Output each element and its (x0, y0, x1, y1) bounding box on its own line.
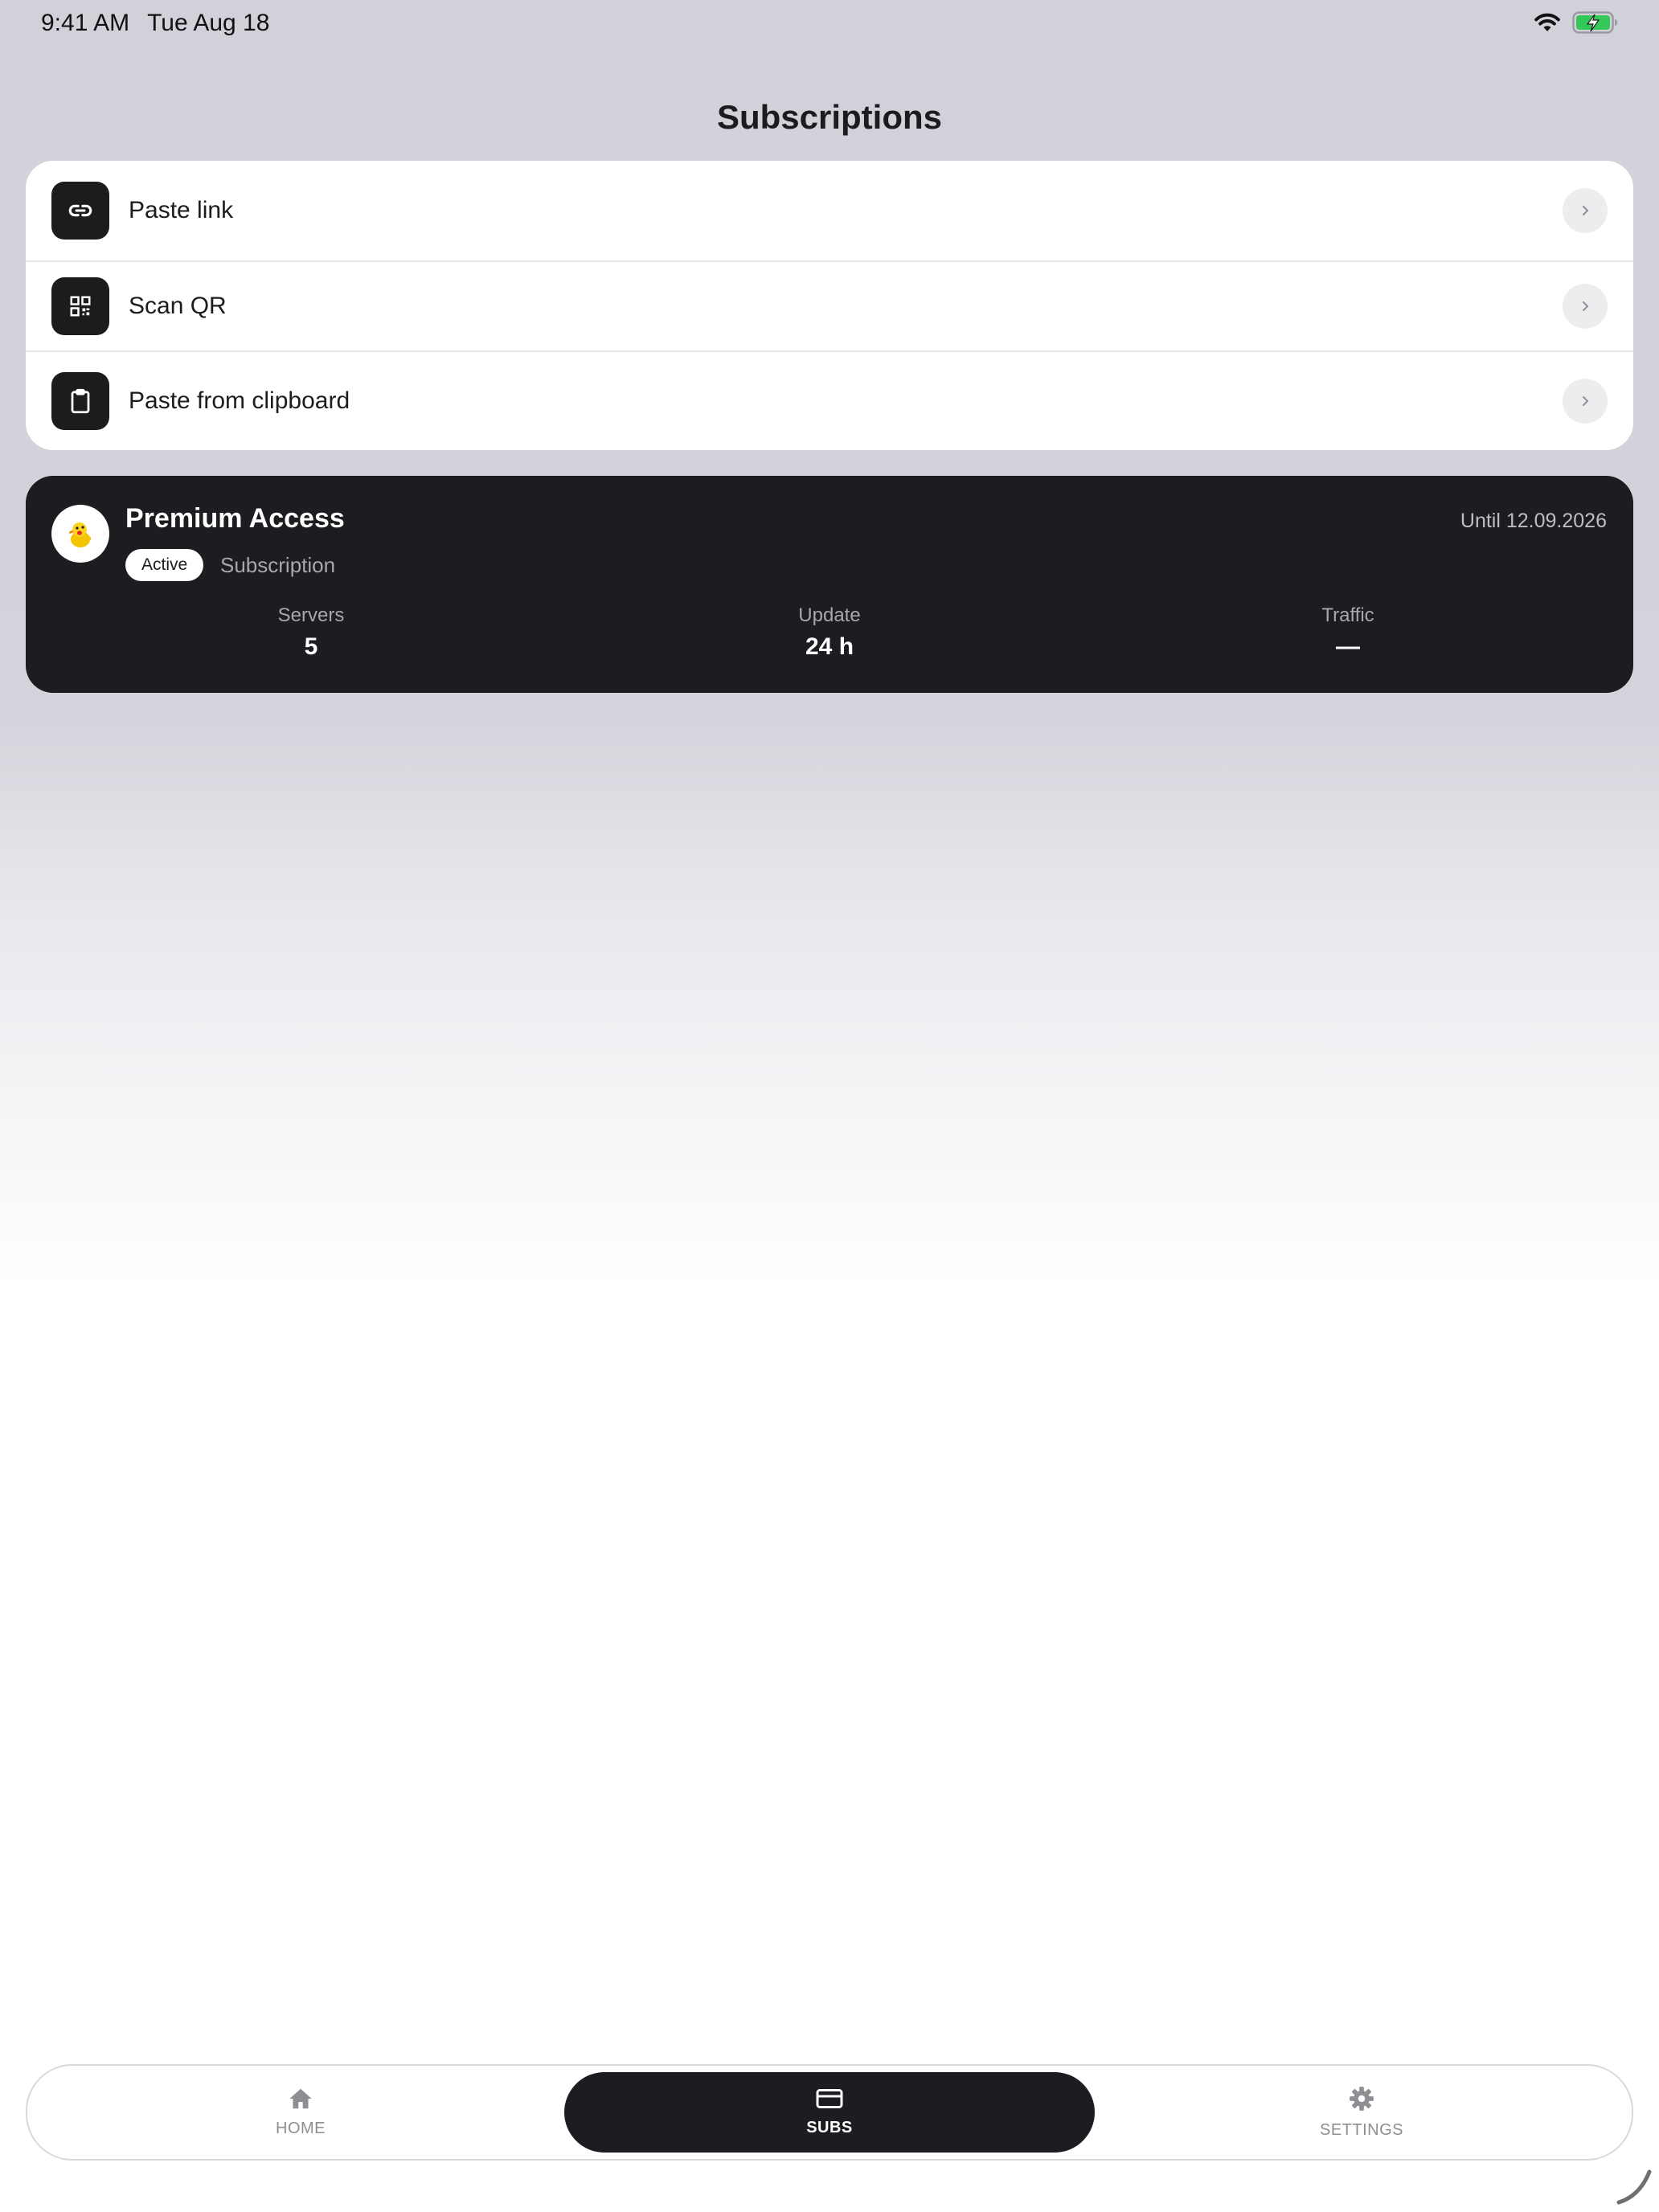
duck-emoji-icon (51, 505, 109, 563)
status-icons (1534, 11, 1619, 38)
status-bar: 9:41 AM Tue Aug 18 (0, 0, 1659, 51)
stat-value: 5 (304, 633, 318, 660)
paste-link-row[interactable]: Paste link (26, 161, 1633, 262)
window-resize-handle[interactable] (1614, 2167, 1653, 2206)
stat-traffic: Traffic — (1187, 604, 1509, 661)
home-icon (287, 2087, 314, 2115)
tab-label: SETTINGS (1319, 2121, 1403, 2139)
tab-settings[interactable]: SETTINGS (1201, 2066, 1522, 2159)
gear-icon (1348, 2085, 1375, 2116)
status-time: 9:41 AM Tue Aug 18 (41, 10, 269, 37)
clipboard-icon (51, 372, 109, 430)
stat-servers: Servers 5 (150, 604, 472, 661)
stat-label: Servers (277, 604, 345, 626)
chevron-right-icon (1563, 284, 1608, 329)
stat-update: Update 24 h (669, 604, 990, 661)
link-icon (51, 182, 109, 240)
card-icon (815, 2087, 844, 2114)
stat-value: — (1336, 633, 1360, 660)
tab-home[interactable]: HOME (140, 2066, 461, 2159)
tab-label: SUBS (806, 2119, 853, 2136)
stat-label: Traffic (1321, 604, 1374, 626)
status-date: Tue Aug 18 (147, 10, 270, 36)
tab-bar: HOME SUBS SETTINGS (26, 2064, 1633, 2161)
tab-subs[interactable]: SUBS (564, 2072, 1095, 2153)
battery-charging-icon (1572, 11, 1619, 38)
paste-from-clipboard-label: Paste from clipboard (129, 387, 350, 414)
status-badge: Active (125, 549, 204, 581)
scan-qr-row[interactable]: Scan QR (26, 262, 1633, 352)
subscription-name: Premium Access (125, 503, 345, 534)
wifi-icon (1534, 12, 1561, 37)
scan-qr-label: Scan QR (129, 293, 227, 319)
paste-link-label: Paste link (129, 197, 234, 223)
qr-code-icon (51, 277, 109, 335)
page-title: Subscriptions (716, 98, 943, 136)
add-subscription-actions: Paste link Scan QR Paste from clipboard (26, 161, 1633, 450)
subscription-expiry: Until 12.09.2026 (1460, 510, 1607, 532)
tab-label: HOME (276, 2120, 326, 2137)
stat-value: 24 h (805, 633, 854, 660)
chevron-right-icon (1563, 379, 1608, 424)
subscription-card[interactable]: Premium Access Active Subscription Until… (26, 476, 1633, 693)
paste-from-clipboard-row[interactable]: Paste from clipboard (26, 352, 1633, 450)
status-clock: 9:41 AM (41, 10, 130, 36)
stat-label: Update (798, 604, 861, 626)
subscription-type: Subscription (220, 553, 336, 577)
chevron-right-icon (1563, 188, 1608, 233)
